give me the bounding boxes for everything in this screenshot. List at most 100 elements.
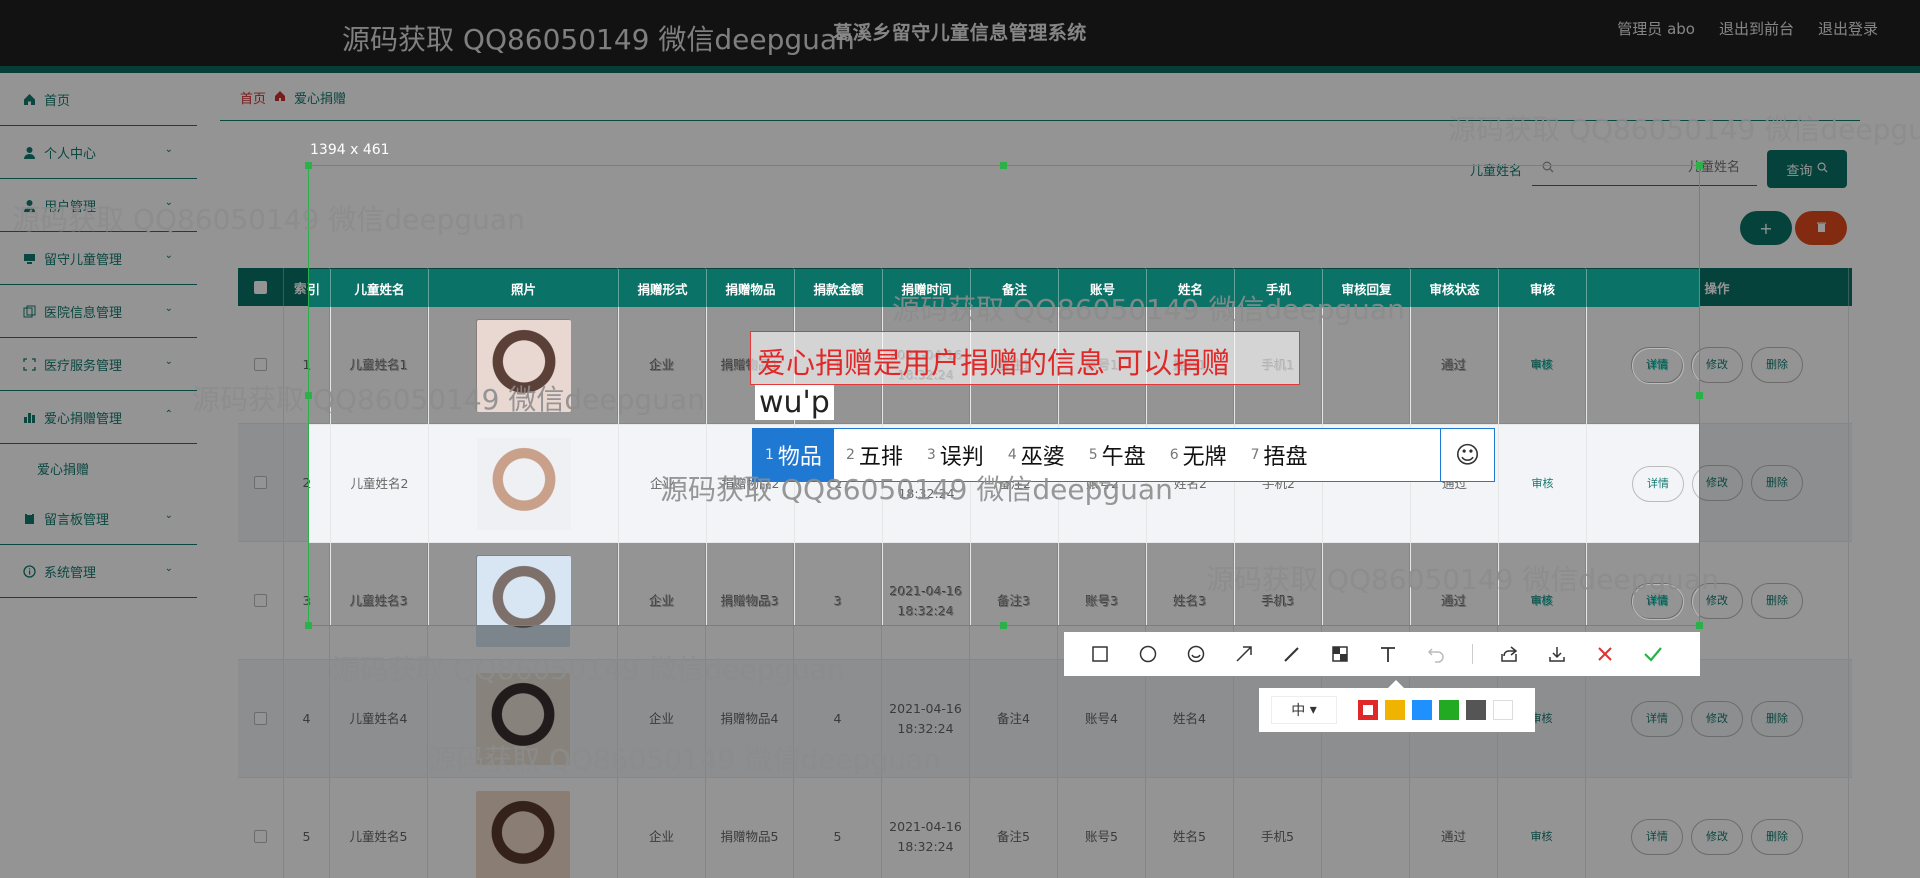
audit-link[interactable]: 审核 [1531, 828, 1553, 846]
detail-button[interactable]: 详情 [1632, 347, 1684, 384]
breadcrumb-current: 爱心捐赠 [294, 92, 347, 107]
emoji-tool-icon[interactable] [1184, 642, 1208, 666]
edit-button[interactable]: 修改 [1692, 465, 1699, 502]
color-swatch[interactable] [1385, 700, 1405, 720]
color-swatch[interactable] [1439, 700, 1459, 720]
delete-button[interactable]: 删除 [1751, 464, 1803, 501]
ime-candidate[interactable]: 7 捂盘 [1239, 429, 1320, 481]
column-header[interactable]: 捐赠形式 [619, 269, 707, 307]
annotation-text-box[interactable]: 爱心捐赠是用户捐赠的信息 可以捐赠 [750, 331, 1300, 385]
column-header[interactable]: 捐款金额 [795, 269, 883, 307]
account-cell: 账号5 [1058, 778, 1146, 878]
color-swatch[interactable] [1358, 700, 1378, 720]
user-icon [22, 145, 36, 159]
mosaic-tool-icon[interactable] [1328, 642, 1352, 666]
audit-cell: 审核 [1498, 778, 1586, 878]
detail-button[interactable]: 详情 [1632, 465, 1684, 502]
delete-button[interactable]: 删除 [1751, 582, 1803, 619]
sidebar-item-label: 首页 [44, 93, 71, 109]
watermark-text: 源码获取 QQ86050149 微信deepguan [192, 383, 705, 416]
reply-cell [1322, 778, 1410, 878]
selection-handle[interactable] [1696, 622, 1703, 629]
edit-button[interactable]: 修改 [1691, 818, 1743, 855]
info-icon [22, 564, 36, 578]
sidebar-item-label: 爱心捐赠管理 [44, 411, 123, 427]
sidebar-subitem-donation[interactable]: 爱心捐赠 [0, 444, 197, 492]
delete-button[interactable]: 删除 [1751, 818, 1803, 855]
sidebar-item-label: 留守儿童管理 [44, 252, 123, 268]
color-swatch[interactable] [1493, 700, 1513, 720]
person-name-cell: 姓名5 [1146, 778, 1234, 878]
table-row: 5 儿童姓名5 企业 捐赠物品5 5 2021-04-16 18:32:24 备注5 账号5 姓… [238, 778, 1852, 878]
check-icon[interactable] [1641, 642, 1665, 666]
selection-handle[interactable] [1696, 162, 1703, 169]
font-size-select[interactable]: 中 ▾ [1271, 696, 1337, 724]
column-header[interactable]: 照片 [429, 269, 619, 307]
column-header[interactable]: 操作 [1587, 269, 1699, 307]
column-header[interactable]: 审核状态 [1411, 269, 1499, 307]
edit-button[interactable]: 修改 [1692, 347, 1699, 384]
column-header[interactable]: 儿童姓名 [331, 269, 429, 307]
rectangle-tool-icon[interactable] [1088, 642, 1112, 666]
sidebar-item-hospital[interactable]: 医院信息管理 ⌄ [0, 285, 197, 338]
audit-link[interactable]: 审核 [1532, 357, 1554, 375]
row-checkbox[interactable] [254, 712, 267, 725]
close-icon[interactable] [1593, 642, 1617, 666]
admin-user-link[interactable]: 管理员 abo [1617, 18, 1695, 39]
color-swatch[interactable] [1466, 700, 1486, 720]
pen-tool-icon[interactable] [1280, 642, 1304, 666]
sidebar-item-home[interactable]: 首页 [0, 73, 197, 126]
share-icon[interactable] [1497, 642, 1521, 666]
exit-to-front-link[interactable]: 退出到前台 [1719, 18, 1794, 39]
undo-icon[interactable] [1424, 642, 1448, 666]
photo-cell [428, 778, 618, 878]
row-actions: 详情修改删除 [1632, 347, 1699, 384]
audit-cell: 审核 [1499, 425, 1587, 542]
row-actions: 详情修改删除 [1631, 700, 1803, 737]
row-checkbox[interactable] [254, 476, 267, 489]
breadcrumb-home[interactable]: 首页 [240, 88, 266, 107]
sidebar-item-donation[interactable]: 爱心捐赠管理 ⌃ [0, 391, 197, 444]
sidebar-item-system[interactable]: 系统管理 ⌄ [0, 545, 197, 598]
sidebar-item-messages[interactable]: 留言板管理 ⌄ [0, 492, 197, 545]
column-header[interactable]: 捐赠物品 [707, 269, 795, 307]
sidebar-item-medical[interactable]: 医疗服务管理 ⌄ [0, 338, 197, 391]
delete-button[interactable]: 删除 [1751, 346, 1803, 383]
annotation-text: 爱心捐赠是用户捐赠的信息 可以捐赠 [757, 346, 1231, 380]
row-checkbox[interactable] [254, 830, 267, 843]
watermark-text: 源码获取 QQ86050149 微信deepguan [342, 23, 855, 56]
selection-handle[interactable] [1000, 162, 1007, 169]
color-swatch[interactable] [1412, 700, 1432, 720]
selection-handle[interactable] [305, 622, 312, 629]
delete-button[interactable]: 删除 [1751, 700, 1803, 737]
sidebar-item-profile[interactable]: 个人中心 ⌄ [0, 126, 197, 179]
child-name-cell: 儿童姓名5 [330, 778, 428, 878]
selection-handle[interactable] [1000, 622, 1007, 629]
batch-delete-button[interactable] [1795, 211, 1847, 245]
logout-link[interactable]: 退出登录 [1818, 18, 1878, 39]
column-header[interactable]: 索引 [309, 269, 331, 307]
select-all-checkbox[interactable] [254, 280, 267, 294]
watermark-text: 源码获取 QQ86050149 微信deepguan [1206, 563, 1719, 596]
smiley-icon[interactable]: ☺ [1440, 429, 1494, 481]
donation-item-cell: 捐赠物品3 [707, 543, 795, 625]
selection-handle[interactable] [1696, 392, 1703, 399]
query-button[interactable]: 查询 [1767, 150, 1847, 188]
column-header[interactable]: 审核 [1499, 269, 1587, 307]
sidebar-item-children[interactable]: 留守儿童管理 ⌄ [0, 232, 197, 285]
note-cell: 备注4 [970, 660, 1058, 777]
arrow-tool-icon[interactable] [1232, 642, 1256, 666]
row-checkbox[interactable] [254, 358, 267, 371]
detail-button[interactable]: 详情 [1631, 700, 1683, 737]
add-button[interactable]: + [1740, 211, 1792, 245]
ellipse-tool-icon[interactable] [1136, 642, 1160, 666]
selection-handle[interactable] [305, 162, 312, 169]
text-tool-icon[interactable] [1376, 642, 1400, 666]
index-cell: 3 [309, 543, 331, 625]
detail-button[interactable]: 详情 [1631, 818, 1683, 855]
audit-link[interactable]: 审核 [1532, 475, 1554, 493]
download-icon[interactable] [1545, 642, 1569, 666]
top-nav: 管理员 abo 退出到前台 退出登录 [1617, 18, 1878, 39]
row-checkbox[interactable] [254, 594, 267, 607]
edit-button[interactable]: 修改 [1691, 700, 1743, 737]
